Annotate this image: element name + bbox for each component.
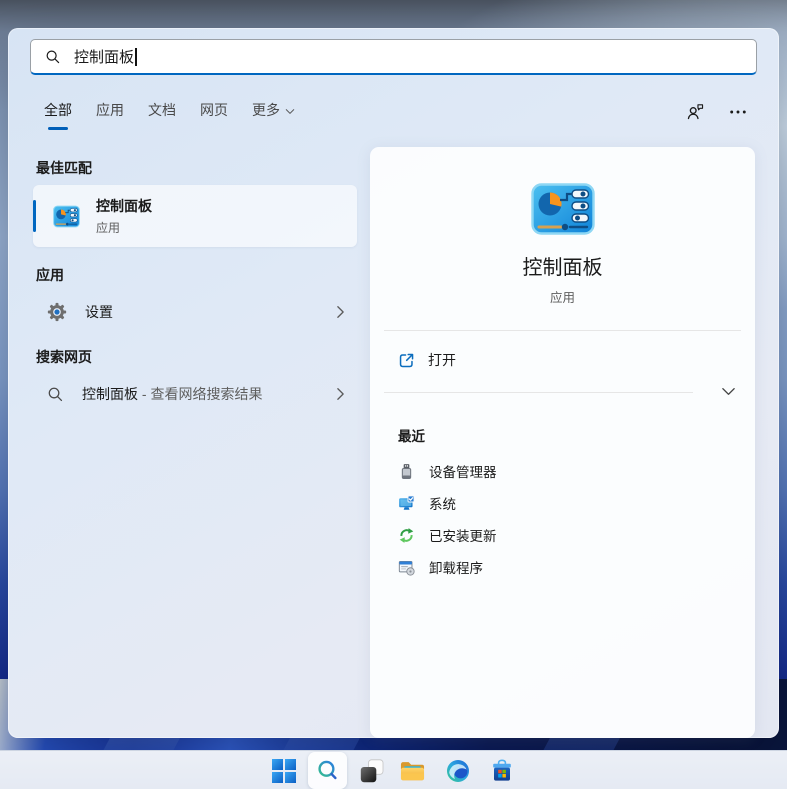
open-label: 打开 (428, 350, 456, 370)
web-query: 控制面板 (82, 386, 138, 402)
taskbar-file-explorer-button[interactable] (400, 758, 425, 783)
recent-item-uninstall-program[interactable]: 卸载程序 (386, 551, 739, 583)
best-match-title: 控制面板 (96, 196, 152, 216)
best-match-subtitle: 应用 (96, 219, 152, 236)
installed-updates-icon (398, 527, 415, 544)
preview-subtitle: 应用 (370, 287, 755, 306)
open-action[interactable]: 打开 (384, 341, 741, 379)
chevron-down-icon (285, 108, 295, 115)
windows-logo-icon (272, 759, 296, 783)
taskbar-task-view-button[interactable] (359, 758, 384, 783)
best-match-item-control-panel[interactable]: 控制面板 应用 (33, 185, 357, 247)
uninstall-program-icon (398, 559, 415, 576)
taskbar (0, 750, 787, 789)
recent-item-installed-updates[interactable]: 已安装更新 (386, 519, 739, 551)
tab-documents[interactable]: 文档 (148, 100, 176, 130)
control-panel-icon-large (531, 183, 595, 235)
account-icon[interactable] (686, 102, 705, 121)
preview-panel: 控制面板 应用 打开 最近 设备管理器 系统 已安装更新 (370, 147, 755, 738)
device-manager-icon (398, 463, 415, 480)
result-item-settings[interactable]: 设置 (33, 290, 357, 334)
apps-section-header: 应用 (36, 265, 64, 285)
taskbar-store-button[interactable] (489, 758, 514, 783)
tab-web[interactable]: 网页 (200, 100, 228, 130)
chevron-right-icon (336, 305, 345, 319)
divider (384, 330, 741, 331)
microsoft-store-icon (490, 759, 514, 783)
tab-apps[interactable]: 应用 (96, 100, 124, 130)
desktop: 控制面板 全部 应用 文档 网页 更多 最佳匹配 控制面板 应用 (0, 0, 787, 789)
recent-item-device-manager[interactable]: 设备管理器 (386, 455, 739, 487)
chevron-right-icon (336, 387, 345, 401)
recent-item-system[interactable]: 系统 (386, 487, 739, 519)
text-cursor (135, 48, 137, 66)
result-item-web-search[interactable]: 控制面板 - 查看网络搜索结果 (33, 372, 357, 416)
recent-header: 最近 (398, 425, 425, 445)
best-match-header: 最佳匹配 (36, 158, 92, 178)
search-icon (47, 386, 64, 403)
edge-browser-icon (446, 759, 470, 783)
more-options-icon[interactable] (729, 109, 747, 115)
divider (384, 392, 693, 393)
web-section-header: 搜索网页 (36, 347, 92, 367)
folder-icon (400, 760, 425, 782)
control-panel-icon (53, 205, 80, 228)
preview-title: 控制面板 (370, 251, 755, 280)
open-external-icon (398, 352, 415, 369)
taskbar-search-button[interactable] (315, 758, 340, 783)
taskbar-start-button[interactable] (271, 758, 296, 783)
settings-label: 设置 (85, 302, 113, 322)
system-monitor-icon (398, 495, 415, 512)
task-view-icon (360, 759, 384, 783)
search-icon (45, 49, 61, 65)
tab-more[interactable]: 更多 (252, 100, 295, 130)
settings-gear-icon (47, 302, 67, 322)
search-input-value: 控制面板 (74, 46, 134, 67)
collapse-chevron-icon[interactable] (719, 382, 737, 400)
taskbar-edge-button[interactable] (445, 758, 470, 783)
search-magnifier-icon (315, 758, 340, 783)
search-flyout: 控制面板 全部 应用 文档 网页 更多 最佳匹配 控制面板 应用 (8, 28, 779, 738)
web-query-suffix: - 查看网络搜索结果 (138, 386, 262, 402)
search-filter-tabs: 全部 应用 文档 网页 更多 (44, 100, 295, 130)
tab-all[interactable]: 全部 (44, 100, 72, 130)
search-input[interactable]: 控制面板 (30, 39, 757, 75)
selection-accent-bar (33, 200, 36, 232)
